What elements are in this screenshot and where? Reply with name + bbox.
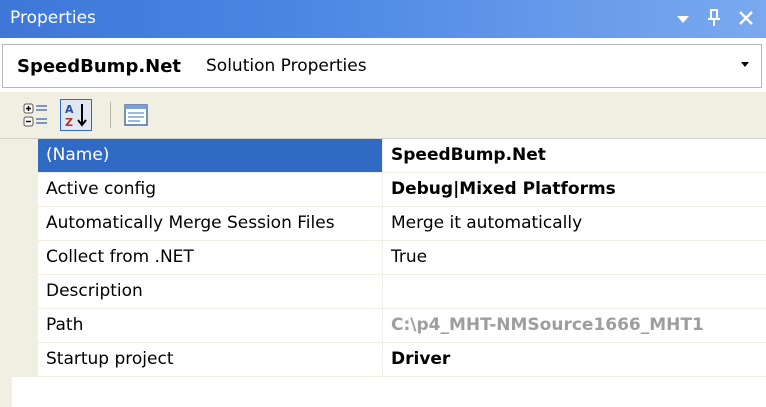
- property-name[interactable]: Automatically Merge Session Files: [38, 207, 383, 241]
- svg-text:A: A: [65, 103, 74, 116]
- object-selector-dropdown[interactable]: SpeedBump.Net Solution Properties: [2, 44, 762, 88]
- property-row[interactable]: Path C:\p4_MHT-NMSource1666_MHT1: [0, 309, 766, 343]
- property-name[interactable]: Startup project: [38, 343, 383, 377]
- window-title: Properties: [10, 8, 96, 28]
- property-row[interactable]: Active config Debug|Mixed Platforms: [0, 173, 766, 207]
- property-row[interactable]: Startup project Driver: [0, 343, 766, 377]
- categorized-button[interactable]: [20, 99, 52, 131]
- property-pages-icon: [124, 104, 148, 126]
- property-value[interactable]: True: [383, 241, 766, 275]
- row-gutter: [0, 241, 38, 275]
- object-selector-dropdown-button[interactable]: [733, 53, 757, 79]
- categorized-icon: [23, 103, 47, 127]
- toolbar-separator: [110, 102, 111, 128]
- property-row[interactable]: (Name) SpeedBump.Net: [0, 139, 766, 173]
- property-name[interactable]: Description: [38, 275, 383, 309]
- property-value[interactable]: [383, 275, 766, 309]
- property-row[interactable]: Collect from .NET True: [0, 241, 766, 275]
- property-name[interactable]: Collect from .NET: [38, 241, 383, 275]
- sort-alphabetical-icon: A Z: [65, 103, 87, 129]
- selected-object-name: SpeedBump.Net: [17, 56, 182, 77]
- title-bar: Properties: [0, 0, 766, 38]
- property-grid: (Name) SpeedBump.Net Active config Debug|Mi…: [0, 139, 766, 377]
- auto-hide-pin-button[interactable]: [701, 4, 727, 32]
- selected-object-type: Solution Properties: [206, 56, 367, 76]
- row-gutter: [0, 173, 38, 207]
- row-gutter: [0, 309, 38, 343]
- property-value[interactable]: Merge it automatically: [383, 207, 766, 241]
- row-gutter: [0, 275, 38, 309]
- row-gutter: [0, 343, 38, 377]
- property-name[interactable]: (Name): [38, 139, 383, 173]
- property-value[interactable]: Debug|Mixed Platforms: [383, 173, 766, 207]
- grid-bottom-gutter: [0, 377, 12, 407]
- property-name[interactable]: Path: [38, 309, 383, 343]
- property-value[interactable]: SpeedBump.Net: [383, 139, 766, 173]
- close-icon: [739, 11, 753, 25]
- pin-icon: [708, 9, 720, 26]
- close-button[interactable]: [733, 4, 759, 32]
- properties-toolbar: A Z: [0, 92, 766, 139]
- property-pages-button[interactable]: [120, 99, 152, 131]
- row-gutter: [0, 207, 38, 241]
- property-row[interactable]: Automatically Merge Session Files Merge i…: [0, 207, 766, 241]
- svg-text:Z: Z: [65, 116, 73, 129]
- dropdown-arrow-icon: [677, 16, 689, 23]
- alphabetical-button[interactable]: A Z: [60, 99, 92, 131]
- property-value[interactable]: Driver: [383, 343, 766, 377]
- property-value: C:\p4_MHT-NMSource1666_MHT1: [383, 309, 766, 343]
- property-name[interactable]: Active config: [38, 173, 383, 207]
- chevron-down-icon: [741, 62, 749, 67]
- window-position-dropdown-button[interactable]: [670, 4, 696, 32]
- row-gutter: [0, 139, 38, 173]
- property-row[interactable]: Description: [0, 275, 766, 309]
